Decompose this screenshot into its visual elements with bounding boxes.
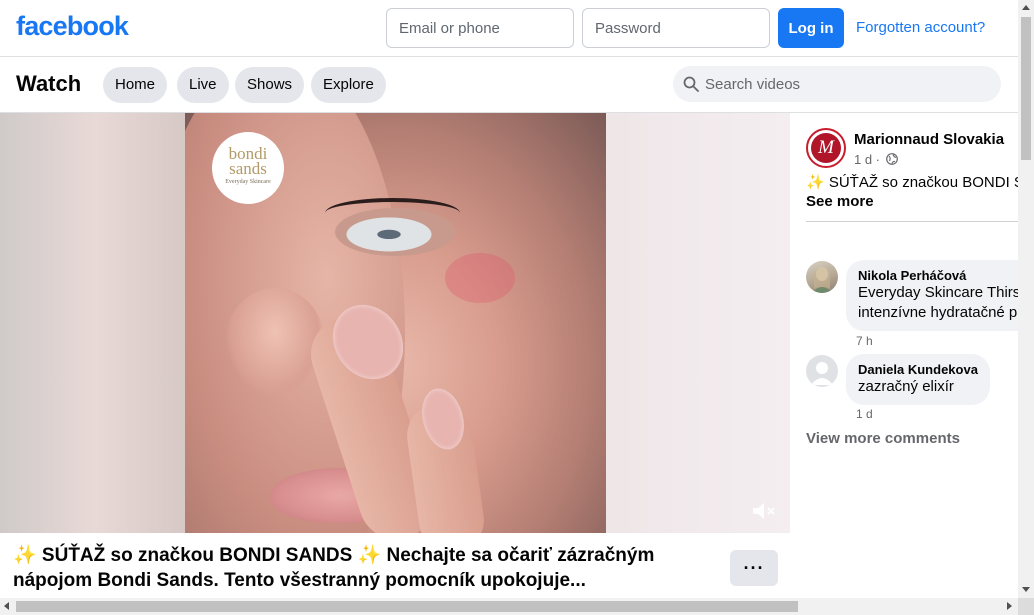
- vertical-scroll-thumb[interactable]: [1021, 17, 1031, 160]
- vertical-scrollbar[interactable]: [1018, 0, 1034, 598]
- page-title: Watch: [16, 71, 82, 96]
- login-button[interactable]: Log in: [778, 8, 844, 48]
- video-caption: ✨ SÚŤAŽ so značkou BONDI SANDS ✨ Nechajt…: [13, 543, 713, 593]
- brand-logo-text: bondi sands: [228, 144, 268, 178]
- comment-bubble: Daniela Kundekova zazračný elixír: [846, 354, 990, 405]
- tab-live[interactable]: Live: [177, 67, 229, 103]
- comment-time[interactable]: 1 d: [856, 407, 873, 421]
- search-box[interactable]: [673, 66, 1001, 102]
- view-more-comments-link[interactable]: View more comments: [806, 430, 960, 447]
- avatar-photo: [812, 267, 832, 293]
- speaker-muted-icon[interactable]: [750, 500, 776, 522]
- post-time[interactable]: 1 d ·: [854, 152, 880, 167]
- commenter-name[interactable]: Nikola Perháčová: [858, 268, 1018, 283]
- globe-icon: [885, 153, 898, 165]
- page-avatar[interactable]: M: [806, 128, 846, 168]
- commenter-avatar[interactable]: [806, 355, 838, 387]
- more-options-button[interactable]: ···: [730, 550, 778, 586]
- tab-home[interactable]: Home: [103, 67, 168, 103]
- video-frame: bondi sands Everyday Skincare: [185, 113, 606, 533]
- horizontal-scrollbar[interactable]: [0, 598, 1018, 615]
- tab-shows[interactable]: Shows: [235, 67, 305, 103]
- brand-logo-subtext: Everyday Skincare: [225, 179, 271, 185]
- page-name-link[interactable]: Marionnaud Slovakia: [854, 131, 1004, 148]
- scroll-down-arrow-icon[interactable]: [1022, 587, 1030, 592]
- scroll-up-arrow-icon[interactable]: [1022, 5, 1030, 10]
- search-input[interactable]: [705, 66, 995, 102]
- commenter-avatar[interactable]: [806, 261, 838, 293]
- comment-text: zazračný elixír: [858, 378, 954, 395]
- email-field[interactable]: [386, 8, 574, 48]
- comment-text: Everyday Skincare Thirsty Skin: [858, 284, 1018, 301]
- horizontal-scroll-thumb[interactable]: [16, 601, 798, 612]
- tab-explore[interactable]: Explore: [311, 67, 386, 103]
- commenter-name[interactable]: Daniela Kundekova: [858, 362, 978, 377]
- top-bar: facebook Log in Forgotten account?: [0, 0, 1018, 57]
- comment-time[interactable]: 7 h: [856, 334, 873, 348]
- password-field[interactable]: [582, 8, 770, 48]
- comment-text: intenzívne hydratačné pleťové: [858, 304, 1018, 321]
- nose: [225, 288, 325, 398]
- scroll-right-arrow-icon[interactable]: [1007, 602, 1012, 610]
- cheek-blush: [445, 253, 515, 303]
- scroll-left-arrow-icon[interactable]: [4, 602, 9, 610]
- forgot-account-link[interactable]: Forgotten account?: [856, 19, 985, 36]
- eye: [335, 208, 455, 256]
- caption-line: nápojom Bondi Sands. Tento všestranný po…: [13, 570, 586, 591]
- bondi-sands-logo: bondi sands Everyday Skincare: [212, 132, 284, 204]
- caption-line: ✨ SÚŤAŽ so značkou BONDI SANDS ✨ Nechajt…: [13, 545, 655, 566]
- scrollbar-corner: [1018, 598, 1034, 615]
- post-sidebar: M Marionnaud Slovakia 1 d · ✨ SÚŤAŽ so z…: [790, 113, 1018, 598]
- comment-bubble: Nikola Perháčová Everyday Skincare Thirs…: [846, 260, 1018, 331]
- facebook-logo[interactable]: facebook: [16, 11, 129, 42]
- default-avatar-icon: [811, 362, 833, 385]
- post-text: ✨ SÚŤAŽ so značkou BONDI SANDS ✨: [806, 174, 1018, 191]
- divider: [806, 221, 1018, 222]
- search-icon: [683, 76, 699, 92]
- video-player[interactable]: bondi sands Everyday Skincare: [0, 113, 790, 533]
- see-more-link[interactable]: See more: [806, 193, 874, 210]
- avatar-letter: M: [811, 133, 841, 163]
- watch-header: Watch Home Live Shows Explore: [0, 57, 1018, 113]
- post-meta: 1 d ·: [854, 152, 898, 167]
